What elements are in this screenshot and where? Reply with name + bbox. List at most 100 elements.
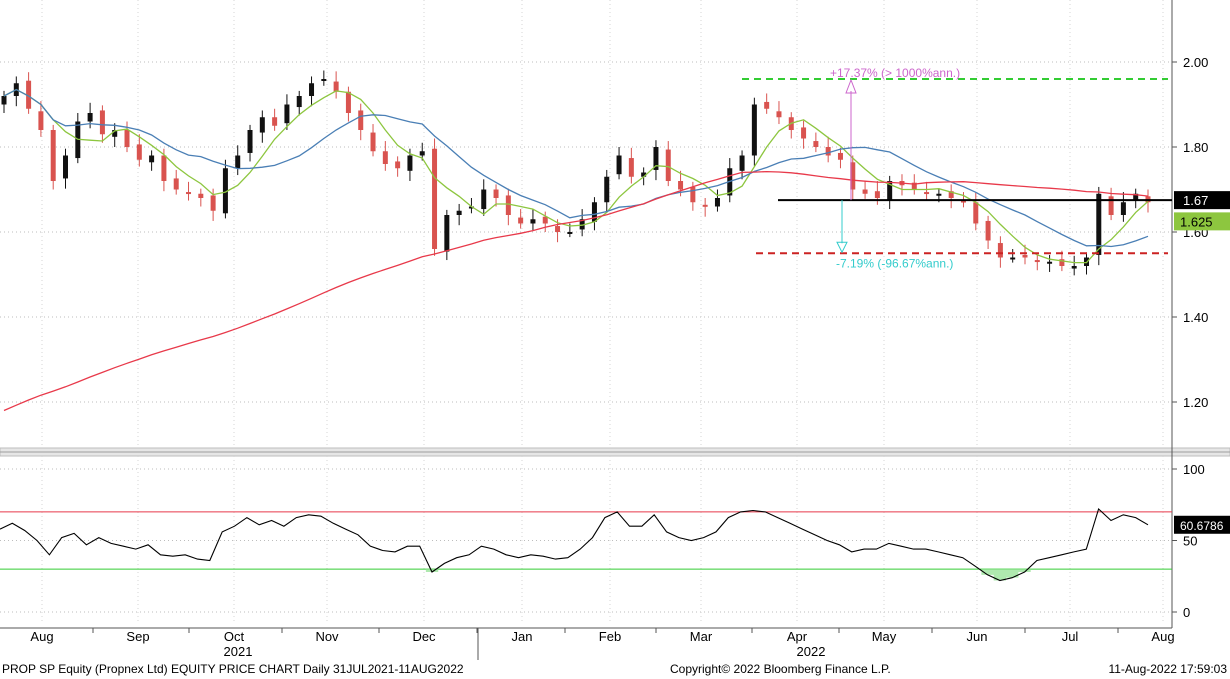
candle-body bbox=[259, 117, 265, 133]
candle-body bbox=[604, 176, 610, 203]
candle-body bbox=[235, 155, 241, 169]
down-arrow-head bbox=[836, 241, 848, 254]
rsi-last-value: 60.6786 bbox=[1180, 519, 1224, 533]
candle-body bbox=[616, 155, 622, 175]
candle-body bbox=[813, 141, 819, 147]
candle-body bbox=[370, 132, 376, 152]
rsi-line bbox=[0, 508, 1149, 582]
rsi-tick-label: 100 bbox=[1183, 462, 1205, 477]
candle-body bbox=[1071, 266, 1077, 269]
candle-body bbox=[63, 155, 69, 179]
candle-body bbox=[284, 104, 290, 124]
candle-body bbox=[505, 195, 511, 215]
chart-footer: PROP SP Equity (Propnex Ltd) EQUITY PRIC… bbox=[0, 660, 1230, 679]
price-tick-label: 2.00 bbox=[1183, 55, 1208, 70]
year-label: 2021 bbox=[224, 644, 253, 659]
month-label: Dec bbox=[412, 629, 436, 644]
month-label: Nov bbox=[315, 629, 339, 644]
candle-body bbox=[1022, 254, 1028, 258]
footer-security-description: PROP SP Equity (Propnex Ltd) EQUITY PRIC… bbox=[2, 662, 464, 676]
price-tick-label: 1.80 bbox=[1183, 140, 1208, 155]
candle-body bbox=[432, 148, 438, 249]
candle-body bbox=[1010, 257, 1016, 260]
x-axis-months: Aug Sep Oct Nov Dec Jan Feb Mar Apr May Jun Jul Aug bbox=[30, 0, 1175, 644]
rsi-gridlines: 0 50 100 bbox=[0, 462, 1205, 620]
month-label: Aug bbox=[30, 629, 53, 644]
annotation-up-label: +17.37% (> 1000%ann.) bbox=[830, 66, 960, 80]
candle-body bbox=[628, 158, 634, 177]
candle-body bbox=[210, 195, 216, 211]
ma-tag: 1.625 bbox=[1174, 212, 1230, 231]
candle-body bbox=[776, 111, 782, 118]
price-chart: 1.201.401.601.802.00050100Aug Sep Oct Nov De… bbox=[0, 0, 1230, 660]
candle-body bbox=[801, 127, 807, 139]
candle-body bbox=[665, 149, 671, 181]
candle-body bbox=[407, 155, 413, 171]
rsi-value-tag: 60.6786 bbox=[1174, 515, 1230, 534]
candle-body bbox=[751, 104, 757, 156]
candles bbox=[1, 70, 1151, 276]
candle-body bbox=[198, 193, 204, 198]
candle-body bbox=[678, 181, 684, 190]
rsi-tick-label: 50 bbox=[1183, 534, 1197, 549]
month-label: Aug bbox=[1151, 629, 1174, 644]
candle-body bbox=[333, 81, 339, 92]
ma-value: 1.625 bbox=[1180, 214, 1213, 229]
annotation-down-label: -7.19% (-96.67%ann.) bbox=[836, 256, 953, 270]
candle-body bbox=[50, 130, 56, 181]
month-label: Sep bbox=[126, 629, 149, 644]
candle-body bbox=[321, 79, 327, 81]
rsi-oversold-fill bbox=[425, 569, 1031, 581]
candle-body bbox=[825, 147, 831, 156]
candle-body bbox=[530, 219, 536, 224]
candle-body bbox=[493, 189, 499, 198]
candle-body bbox=[124, 130, 130, 147]
candle-body bbox=[358, 110, 364, 130]
footer-copyright: Copyright© 2022 Bloomberg Finance L.P. bbox=[670, 662, 891, 676]
candle-body bbox=[161, 155, 167, 181]
price-gridlines: 1.201.401.601.802.00 bbox=[0, 55, 1208, 410]
month-label: Oct bbox=[224, 629, 245, 644]
candle-body bbox=[702, 204, 708, 207]
candle-body bbox=[444, 215, 450, 252]
candle-body bbox=[99, 110, 105, 135]
candle-body bbox=[555, 226, 561, 232]
candle-body bbox=[837, 152, 843, 160]
candle-body bbox=[272, 117, 278, 126]
last-price-value: 1.67 bbox=[1183, 193, 1208, 208]
year-label: 2022 bbox=[797, 644, 826, 659]
candle-body bbox=[149, 155, 155, 163]
candle-body bbox=[1034, 260, 1040, 263]
candle-body bbox=[862, 189, 868, 194]
candle-body bbox=[419, 151, 425, 156]
candle-body bbox=[345, 91, 351, 113]
candle-body bbox=[591, 202, 597, 222]
price-tick-label: 1.40 bbox=[1183, 310, 1208, 325]
candle-body bbox=[567, 232, 573, 234]
candle-body bbox=[87, 113, 93, 122]
candle-body bbox=[136, 144, 142, 160]
candle-body bbox=[936, 193, 942, 196]
candle-body bbox=[764, 101, 770, 109]
month-label: May bbox=[872, 629, 897, 644]
ma-fast-line bbox=[3, 88, 1149, 264]
candle-body bbox=[247, 130, 253, 153]
rsi-tick-label: 0 bbox=[1183, 605, 1190, 620]
candle-body bbox=[874, 191, 880, 198]
month-label: Feb bbox=[599, 629, 621, 644]
candle-body bbox=[1, 96, 7, 105]
candle-body bbox=[1108, 196, 1114, 215]
last-price-tag: 1.67 bbox=[1174, 191, 1230, 210]
candle-body bbox=[924, 192, 930, 195]
month-label: Jul bbox=[1062, 629, 1079, 644]
candle-body bbox=[456, 210, 462, 215]
candle-body bbox=[714, 198, 720, 207]
candle-body bbox=[186, 192, 192, 195]
candle-body bbox=[690, 186, 696, 203]
candle-body bbox=[481, 189, 487, 210]
price-tick-label: 1.20 bbox=[1183, 395, 1208, 410]
candle-body bbox=[985, 220, 991, 241]
candle-body bbox=[309, 83, 315, 96]
month-label: Mar bbox=[690, 629, 713, 644]
candle-body bbox=[997, 243, 1003, 258]
